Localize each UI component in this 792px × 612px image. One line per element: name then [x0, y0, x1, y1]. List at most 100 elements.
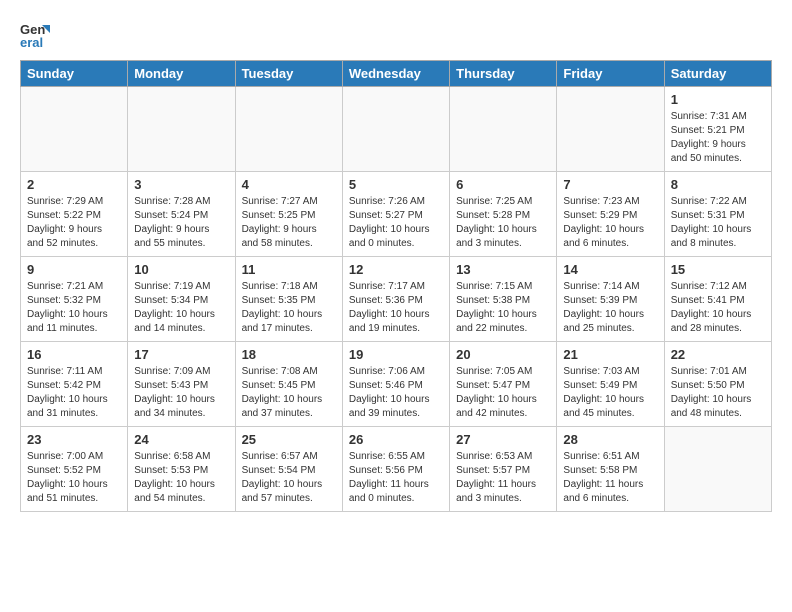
- day-cell: 8 Sunrise: 7:22 AM Sunset: 5:31 PM Daylig…: [664, 172, 771, 257]
- week-row-5: 23 Sunrise: 7:00 AM Sunset: 5:52 PM Dayli…: [21, 427, 772, 512]
- day-cell: [342, 87, 449, 172]
- day-info: Sunrise: 7:15 AM Sunset: 5:38 PM Dayligh…: [456, 280, 550, 336]
- weekday-header-tuesday: Tuesday: [235, 61, 342, 87]
- day-info: Sunrise: 7:31 AM Sunset: 5:21 PM Dayligh…: [671, 110, 765, 166]
- day-cell: [557, 87, 664, 172]
- day-number: 18: [242, 347, 336, 362]
- day-number: 21: [563, 347, 657, 362]
- day-cell: 10 Sunrise: 7:19 AM Sunset: 5:34 PM Dayli…: [128, 257, 235, 342]
- day-cell: 7 Sunrise: 7:23 AM Sunset: 5:29 PM Daylig…: [557, 172, 664, 257]
- day-number: 5: [349, 177, 443, 192]
- day-info: Sunrise: 7:03 AM Sunset: 5:49 PM Dayligh…: [563, 365, 657, 421]
- day-info: Sunrise: 7:05 AM Sunset: 5:47 PM Dayligh…: [456, 365, 550, 421]
- day-cell: 3 Sunrise: 7:28 AM Sunset: 5:24 PM Daylig…: [128, 172, 235, 257]
- day-cell: [21, 87, 128, 172]
- day-number: 1: [671, 92, 765, 107]
- day-info: Sunrise: 6:57 AM Sunset: 5:54 PM Dayligh…: [242, 450, 336, 506]
- day-info: Sunrise: 7:25 AM Sunset: 5:28 PM Dayligh…: [456, 195, 550, 251]
- day-cell: 15Sunrise: 7:12 AM Sunset: 5:41 PM Dayli…: [664, 257, 771, 342]
- header: Gen eral: [20, 20, 772, 50]
- day-cell: 4 Sunrise: 7:27 AM Sunset: 5:25 PM Daylig…: [235, 172, 342, 257]
- day-number: 11: [242, 262, 336, 277]
- day-info: Sunrise: 6:51 AM Sunset: 5:58 PM Dayligh…: [563, 450, 657, 506]
- svg-text:eral: eral: [20, 35, 43, 50]
- logo-icon: Gen eral: [20, 20, 50, 50]
- day-info: Sunrise: 7:21 AM Sunset: 5:32 PM Dayligh…: [27, 280, 121, 336]
- day-cell: 9 Sunrise: 7:21 AM Sunset: 5:32 PM Daylig…: [21, 257, 128, 342]
- logo: Gen eral: [20, 20, 54, 50]
- day-info: Sunrise: 7:29 AM Sunset: 5:22 PM Dayligh…: [27, 195, 121, 251]
- day-cell: 1 Sunrise: 7:31 AM Sunset: 5:21 PM Daylig…: [664, 87, 771, 172]
- weekday-header-row: SundayMondayTuesdayWednesdayThursdayFrid…: [21, 61, 772, 87]
- day-number: 16: [27, 347, 121, 362]
- day-number: 10: [134, 262, 228, 277]
- day-cell: 2Sunrise: 7:29 AM Sunset: 5:22 PM Daylig…: [21, 172, 128, 257]
- day-info: Sunrise: 7:01 AM Sunset: 5:50 PM Dayligh…: [671, 365, 765, 421]
- day-number: 7: [563, 177, 657, 192]
- week-row-1: 1 Sunrise: 7:31 AM Sunset: 5:21 PM Daylig…: [21, 87, 772, 172]
- day-cell: 26 Sunrise: 6:55 AM Sunset: 5:56 PM Dayli…: [342, 427, 449, 512]
- day-info: Sunrise: 7:28 AM Sunset: 5:24 PM Dayligh…: [134, 195, 228, 251]
- day-info: Sunrise: 6:58 AM Sunset: 5:53 PM Dayligh…: [134, 450, 228, 506]
- day-cell: 12 Sunrise: 7:17 AM Sunset: 5:36 PM Dayli…: [342, 257, 449, 342]
- day-info: Sunrise: 7:18 AM Sunset: 5:35 PM Dayligh…: [242, 280, 336, 336]
- day-cell: 17 Sunrise: 7:09 AM Sunset: 5:43 PM Dayli…: [128, 342, 235, 427]
- weekday-header-wednesday: Wednesday: [342, 61, 449, 87]
- day-cell: 24 Sunrise: 6:58 AM Sunset: 5:53 PM Dayli…: [128, 427, 235, 512]
- day-cell: 16 Sunrise: 7:11 AM Sunset: 5:42 PM Dayli…: [21, 342, 128, 427]
- day-cell: 21 Sunrise: 7:03 AM Sunset: 5:49 PM Dayli…: [557, 342, 664, 427]
- day-cell: 23 Sunrise: 7:00 AM Sunset: 5:52 PM Dayli…: [21, 427, 128, 512]
- day-cell: [128, 87, 235, 172]
- day-number: 17: [134, 347, 228, 362]
- day-number: 19: [349, 347, 443, 362]
- day-number: 24: [134, 432, 228, 447]
- day-info: Sunrise: 7:17 AM Sunset: 5:36 PM Dayligh…: [349, 280, 443, 336]
- day-number: 4: [242, 177, 336, 192]
- day-info: Sunrise: 7:14 AM Sunset: 5:39 PM Dayligh…: [563, 280, 657, 336]
- day-cell: 18 Sunrise: 7:08 AM Sunset: 5:45 PM Dayli…: [235, 342, 342, 427]
- day-cell: 6 Sunrise: 7:25 AM Sunset: 5:28 PM Daylig…: [450, 172, 557, 257]
- day-number: 13: [456, 262, 550, 277]
- weekday-header-friday: Friday: [557, 61, 664, 87]
- day-number: 15: [671, 262, 765, 277]
- day-info: Sunrise: 7:06 AM Sunset: 5:46 PM Dayligh…: [349, 365, 443, 421]
- day-number: 6: [456, 177, 550, 192]
- day-info: Sunrise: 7:26 AM Sunset: 5:27 PM Dayligh…: [349, 195, 443, 251]
- day-info: Sunrise: 7:09 AM Sunset: 5:43 PM Dayligh…: [134, 365, 228, 421]
- day-number: 22: [671, 347, 765, 362]
- day-info: Sunrise: 7:22 AM Sunset: 5:31 PM Dayligh…: [671, 195, 765, 251]
- day-number: 20: [456, 347, 550, 362]
- day-info: Sunrise: 7:00 AM Sunset: 5:52 PM Dayligh…: [27, 450, 121, 506]
- day-cell: 28Sunrise: 6:51 AM Sunset: 5:58 PM Dayli…: [557, 427, 664, 512]
- calendar: SundayMondayTuesdayWednesdayThursdayFrid…: [20, 60, 772, 512]
- day-cell: 22 Sunrise: 7:01 AM Sunset: 5:50 PM Dayli…: [664, 342, 771, 427]
- weekday-header-thursday: Thursday: [450, 61, 557, 87]
- day-number: 8: [671, 177, 765, 192]
- day-cell: 19 Sunrise: 7:06 AM Sunset: 5:46 PM Dayli…: [342, 342, 449, 427]
- day-number: 25: [242, 432, 336, 447]
- day-number: 14: [563, 262, 657, 277]
- week-row-4: 16 Sunrise: 7:11 AM Sunset: 5:42 PM Dayli…: [21, 342, 772, 427]
- weekday-header-sunday: Sunday: [21, 61, 128, 87]
- week-row-3: 9 Sunrise: 7:21 AM Sunset: 5:32 PM Daylig…: [21, 257, 772, 342]
- day-cell: [235, 87, 342, 172]
- day-number: 23: [27, 432, 121, 447]
- day-number: 26: [349, 432, 443, 447]
- day-info: Sunrise: 7:19 AM Sunset: 5:34 PM Dayligh…: [134, 280, 228, 336]
- day-cell: [450, 87, 557, 172]
- day-info: Sunrise: 6:53 AM Sunset: 5:57 PM Dayligh…: [456, 450, 550, 506]
- day-number: 9: [27, 262, 121, 277]
- day-info: Sunrise: 6:55 AM Sunset: 5:56 PM Dayligh…: [349, 450, 443, 506]
- day-cell: 14 Sunrise: 7:14 AM Sunset: 5:39 PM Dayli…: [557, 257, 664, 342]
- day-number: 27: [456, 432, 550, 447]
- day-number: 3: [134, 177, 228, 192]
- day-cell: 5 Sunrise: 7:26 AM Sunset: 5:27 PM Daylig…: [342, 172, 449, 257]
- week-row-2: 2Sunrise: 7:29 AM Sunset: 5:22 PM Daylig…: [21, 172, 772, 257]
- day-info: Sunrise: 7:08 AM Sunset: 5:45 PM Dayligh…: [242, 365, 336, 421]
- day-info: Sunrise: 7:23 AM Sunset: 5:29 PM Dayligh…: [563, 195, 657, 251]
- day-info: Sunrise: 7:27 AM Sunset: 5:25 PM Dayligh…: [242, 195, 336, 251]
- day-cell: 11 Sunrise: 7:18 AM Sunset: 5:35 PM Dayli…: [235, 257, 342, 342]
- day-info: Sunrise: 7:11 AM Sunset: 5:42 PM Dayligh…: [27, 365, 121, 421]
- day-number: 12: [349, 262, 443, 277]
- day-cell: 13 Sunrise: 7:15 AM Sunset: 5:38 PM Dayli…: [450, 257, 557, 342]
